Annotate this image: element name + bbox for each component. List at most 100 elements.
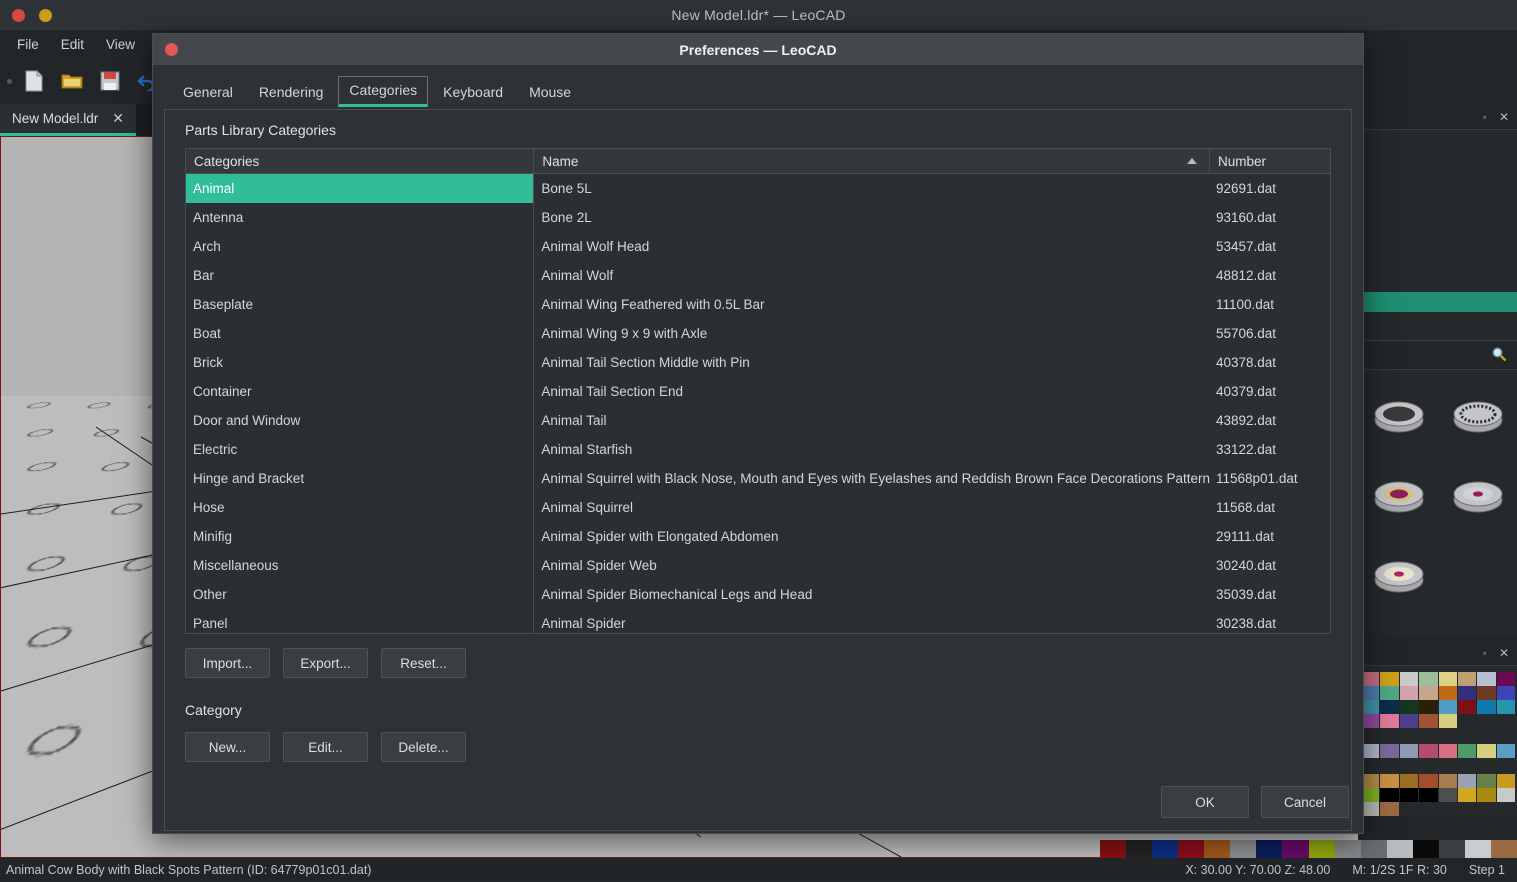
parts-thumbnail-grid[interactable] <box>1359 371 1517 626</box>
color-swatch[interactable] <box>1380 686 1399 700</box>
color-swatch[interactable] <box>1464 840 1491 860</box>
color-swatch[interactable] <box>1419 672 1438 686</box>
tree-item[interactable] <box>1359 272 1517 292</box>
part-row[interactable]: Animal Squirrel with Black Nose, Mouth a… <box>534 464 1330 493</box>
import-button[interactable]: Import... <box>185 648 270 678</box>
color-swatch[interactable] <box>1457 774 1477 788</box>
color-swatch[interactable] <box>1419 686 1438 700</box>
color-swatch[interactable] <box>1490 840 1517 860</box>
color-swatch[interactable] <box>1308 840 1335 860</box>
color-swatch[interactable] <box>1419 788 1438 802</box>
color-swatch[interactable] <box>1477 744 1496 758</box>
color-swatch[interactable] <box>1496 672 1515 686</box>
category-row[interactable]: Boat <box>186 319 533 348</box>
color-swatch[interactable] <box>1457 672 1477 686</box>
part-thumbnail[interactable] <box>1438 457 1517 537</box>
reset-button[interactable]: Reset... <box>381 648 466 678</box>
close-tab-icon[interactable]: ✕ <box>112 110 124 127</box>
color-swatch[interactable] <box>1399 672 1419 686</box>
category-row[interactable]: Antenna <box>186 203 533 232</box>
column-header-number[interactable]: Number <box>1210 149 1330 174</box>
open-folder-icon[interactable] <box>54 63 90 99</box>
tab-categories[interactable]: Categories <box>338 76 429 107</box>
color-swatch[interactable] <box>1360 840 1387 860</box>
bottom-color-strip[interactable] <box>1100 840 1517 860</box>
color-swatch[interactable] <box>1477 788 1496 802</box>
category-row[interactable]: Arch <box>186 232 533 261</box>
parts-table[interactable]: Name Number Bone 5L 92691.dat Bone 2L 93160… <box>534 148 1331 634</box>
color-swatch[interactable] <box>1282 840 1309 860</box>
part-row[interactable]: Animal Tail 43892.dat <box>534 406 1330 435</box>
color-swatch[interactable] <box>1380 700 1399 714</box>
color-swatch[interactable] <box>1399 774 1419 788</box>
color-swatch[interactable] <box>1438 840 1465 860</box>
tree-item[interactable] <box>1359 172 1517 192</box>
part-row[interactable]: Animal Spider 30238.dat <box>534 609 1330 633</box>
categories-list[interactable]: Animal Antenna Arch Bar Baseplate Boat Brick Co… <box>186 174 534 633</box>
color-palette[interactable] <box>1359 666 1517 816</box>
color-swatch[interactable] <box>1399 744 1419 758</box>
category-row[interactable]: Baseplate <box>186 290 533 319</box>
category-row[interactable]: Hinge and Bracket <box>186 464 533 493</box>
swatch-row[interactable] <box>1359 700 1517 714</box>
ok-button[interactable]: OK <box>1161 786 1249 818</box>
color-swatch[interactable] <box>1380 714 1399 728</box>
category-row[interactable]: Container <box>186 377 533 406</box>
part-row[interactable]: Animal Tail Section Middle with Pin 40378… <box>534 348 1330 377</box>
color-swatch[interactable] <box>1380 744 1399 758</box>
color-swatch[interactable] <box>1496 744 1515 758</box>
color-swatch[interactable] <box>1438 788 1457 802</box>
color-swatch[interactable] <box>1438 774 1457 788</box>
color-swatch[interactable] <box>1256 840 1283 860</box>
color-swatch[interactable] <box>1380 802 1399 816</box>
export-button[interactable]: Export... <box>283 648 368 678</box>
color-swatch[interactable] <box>1496 686 1515 700</box>
color-swatch[interactable] <box>1380 672 1399 686</box>
swatch-row[interactable] <box>1359 788 1517 802</box>
color-swatch[interactable] <box>1399 714 1419 728</box>
category-row[interactable]: Panel <box>186 609 533 633</box>
tab-general[interactable]: General <box>172 78 244 107</box>
category-row[interactable]: Other <box>186 580 533 609</box>
swatch-row[interactable] <box>1359 672 1517 686</box>
color-swatch[interactable] <box>1230 840 1257 860</box>
part-thumbnail[interactable] <box>1438 537 1517 617</box>
color-swatch[interactable] <box>1152 840 1179 860</box>
color-swatch[interactable] <box>1477 774 1496 788</box>
swatch-row[interactable] <box>1359 686 1517 700</box>
color-swatch[interactable] <box>1496 774 1515 788</box>
color-swatch[interactable] <box>1100 840 1127 860</box>
tab-rendering[interactable]: Rendering <box>248 78 335 107</box>
cancel-button[interactable]: Cancel <box>1261 786 1349 818</box>
color-swatch[interactable] <box>1380 788 1399 802</box>
menu-view[interactable]: View <box>95 34 146 55</box>
part-row[interactable]: Animal Spider with Elongated Abdomen 2911… <box>534 522 1330 551</box>
swatch-row[interactable] <box>1359 802 1517 816</box>
tree-item[interactable] <box>1359 132 1517 152</box>
delete-category-button[interactable]: Delete... <box>381 732 466 762</box>
part-row[interactable]: Animal Squirrel 11568.dat <box>534 493 1330 522</box>
color-swatch[interactable] <box>1477 700 1496 714</box>
color-swatch[interactable] <box>1496 700 1515 714</box>
tree-item[interactable] <box>1359 312 1517 332</box>
color-swatch[interactable] <box>1412 840 1439 860</box>
column-header-name[interactable]: Name <box>534 148 1210 174</box>
color-swatch[interactable] <box>1477 686 1496 700</box>
part-row[interactable]: Animal Spider Web 30240.dat <box>534 551 1330 580</box>
color-swatch[interactable] <box>1496 788 1515 802</box>
color-swatch[interactable] <box>1419 714 1438 728</box>
color-swatch[interactable] <box>1334 840 1361 860</box>
color-swatch[interactable] <box>1438 744 1457 758</box>
category-row[interactable]: Bar <box>186 261 533 290</box>
color-swatch[interactable] <box>1457 700 1477 714</box>
color-swatch[interactable] <box>1457 788 1477 802</box>
tree-item-selected[interactable] <box>1359 292 1517 312</box>
category-row[interactable]: Minifig <box>186 522 533 551</box>
part-row[interactable]: Animal Starfish 33122.dat <box>534 435 1330 464</box>
color-swatch[interactable] <box>1204 840 1231 860</box>
color-swatch[interactable] <box>1419 744 1438 758</box>
column-header-categories[interactable]: Categories <box>186 149 533 174</box>
color-swatch[interactable] <box>1438 686 1457 700</box>
color-swatch[interactable] <box>1419 700 1438 714</box>
part-row[interactable]: Animal Wing Feathered with 0.5L Bar 11100… <box>534 290 1330 319</box>
